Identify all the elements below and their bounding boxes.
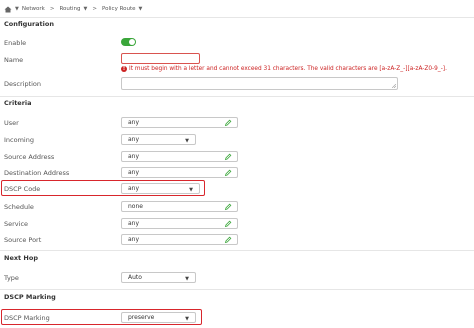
breadcrumb-routing[interactable]: Routing bbox=[59, 6, 80, 12]
user-value: any bbox=[128, 119, 140, 126]
destination-address-value: any bbox=[128, 169, 140, 176]
user-label: User bbox=[4, 119, 19, 127]
divider bbox=[0, 250, 474, 251]
type-value: Auto bbox=[128, 274, 142, 281]
incoming-select[interactable]: any ▼ bbox=[121, 134, 196, 145]
divider bbox=[0, 96, 474, 97]
name-error-text: It must begin with a letter and cannot e… bbox=[129, 66, 447, 72]
divider bbox=[0, 289, 474, 290]
pencil-icon[interactable] bbox=[224, 220, 232, 228]
service-label: Service bbox=[4, 220, 29, 228]
enable-toggle[interactable] bbox=[121, 38, 136, 46]
pencil-icon[interactable] bbox=[224, 119, 232, 127]
breadcrumb-policy-route[interactable]: Policy Route bbox=[102, 6, 136, 12]
section-title-dscp-marking: DSCP Marking bbox=[4, 293, 56, 301]
destination-address-label: Destination Address bbox=[4, 169, 70, 177]
incoming-label: Incoming bbox=[4, 136, 34, 144]
breadcrumb-separator: > bbox=[49, 6, 55, 12]
breadcrumb-separator: > bbox=[92, 6, 97, 12]
section-title-criteria: Criteria bbox=[4, 99, 32, 107]
source-port-label: Source Port bbox=[4, 236, 42, 244]
enable-label: Enable bbox=[4, 39, 27, 47]
pencil-icon[interactable] bbox=[224, 203, 232, 211]
source-address-value: any bbox=[128, 153, 140, 160]
name-error-message: ! It must begin with a letter and cannot… bbox=[121, 66, 447, 72]
pencil-icon[interactable] bbox=[224, 169, 232, 177]
pencil-icon[interactable] bbox=[224, 236, 232, 244]
schedule-field[interactable]: none bbox=[121, 201, 238, 212]
highlight-box-dscp-code bbox=[1, 180, 205, 196]
incoming-value: any bbox=[128, 136, 140, 143]
error-icon: ! bbox=[121, 66, 127, 72]
chevron-down-icon[interactable]: ▼ bbox=[15, 6, 19, 12]
section-title-configuration: Configuration bbox=[4, 20, 54, 28]
toggle-knob bbox=[129, 39, 135, 45]
chevron-down-icon[interactable]: ▼ bbox=[139, 6, 143, 12]
type-select[interactable]: Auto ▼ bbox=[121, 272, 196, 283]
type-label: Type bbox=[4, 274, 19, 282]
name-label: Name bbox=[4, 56, 24, 64]
source-address-label: Source Address bbox=[4, 153, 55, 161]
breadcrumb: ▼ Network > Routing ▼ > Policy Route ▼ bbox=[4, 4, 142, 14]
highlight-box-dscp-marking bbox=[1, 309, 202, 325]
schedule-value: none bbox=[128, 203, 143, 210]
service-field[interactable]: any bbox=[121, 218, 238, 229]
source-address-field[interactable]: any bbox=[121, 151, 238, 162]
service-value: any bbox=[128, 220, 140, 227]
description-label: Description bbox=[4, 80, 42, 88]
destination-address-field[interactable]: any bbox=[121, 167, 238, 178]
user-field[interactable]: any bbox=[121, 117, 238, 128]
source-port-value: any bbox=[128, 236, 140, 243]
home-icon[interactable] bbox=[4, 6, 12, 13]
name-input[interactable] bbox=[121, 53, 200, 64]
pencil-icon[interactable] bbox=[224, 153, 232, 161]
schedule-label: Schedule bbox=[4, 203, 34, 211]
resize-grip-icon[interactable] bbox=[392, 84, 396, 88]
chevron-down-icon[interactable]: ▼ bbox=[185, 138, 189, 144]
chevron-down-icon[interactable]: ▼ bbox=[185, 276, 189, 282]
breadcrumb-network[interactable]: Network bbox=[22, 6, 45, 12]
section-title-next-hop: Next Hop bbox=[4, 254, 38, 262]
description-textarea[interactable] bbox=[121, 77, 398, 90]
divider bbox=[0, 17, 474, 18]
source-port-field[interactable]: any bbox=[121, 234, 238, 245]
chevron-down-icon[interactable]: ▼ bbox=[84, 6, 88, 12]
